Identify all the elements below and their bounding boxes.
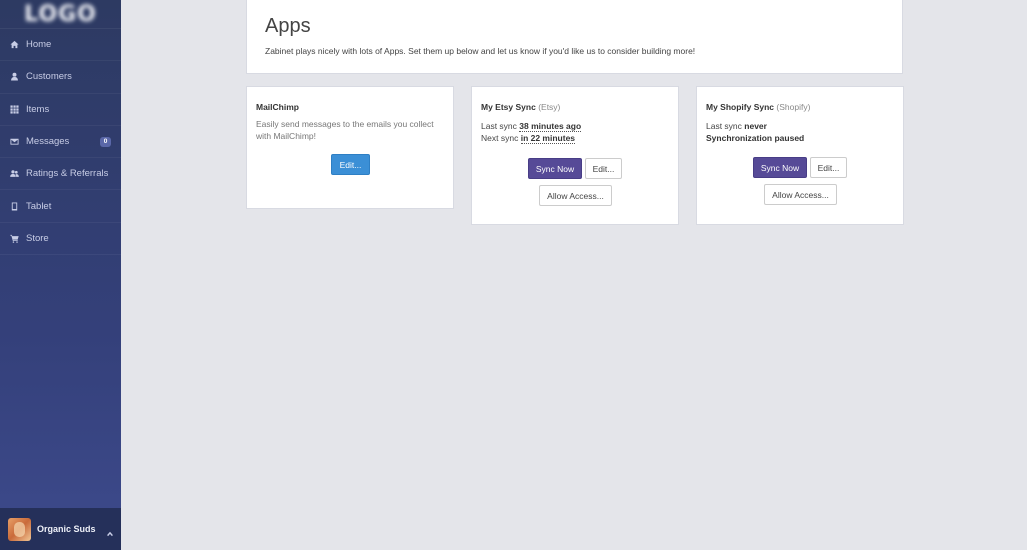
app-card-title: My Shopify Sync (Shopify) — [706, 102, 810, 112]
sidebar-item-ratings-referrals[interactable]: Ratings & Referrals — [0, 158, 121, 191]
app-card-title: My Etsy Sync (Etsy) — [481, 102, 560, 112]
envelope-icon — [10, 137, 19, 146]
logo[interactable]: LOGO — [0, 0, 121, 29]
app-card-description: Easily send messages to the emails you c… — [256, 119, 434, 141]
sidebar-item-label: Home — [26, 39, 52, 51]
page-title: Apps — [265, 15, 311, 37]
sidebar-item-label: Ratings & Referrals — [26, 168, 109, 180]
users-icon — [10, 169, 19, 178]
sidebar-item-items[interactable]: Items — [0, 94, 121, 126]
app-card-shopify: My Shopify Sync (Shopify) Last sync neve… — [696, 86, 904, 225]
last-sync-value: never — [744, 121, 767, 131]
page-subtitle: Zabinet plays nicely with lots of Apps. … — [265, 46, 696, 56]
sidebar-item-customers[interactable]: Customers — [0, 61, 121, 94]
chevron-up-icon[interactable] — [106, 525, 114, 537]
sidebar-item-store[interactable]: Store — [0, 223, 121, 256]
app-name: My Etsy Sync — [481, 102, 536, 112]
profile-menu[interactable]: Organic Suds — [0, 508, 121, 550]
last-sync-line: Last sync never — [706, 121, 767, 131]
last-sync-label: Last sync — [706, 121, 742, 131]
cart-icon — [10, 234, 19, 243]
profile-name: Organic Suds — [37, 524, 96, 534]
app-name: MailChimp — [256, 102, 299, 112]
etsy-sync-now-button[interactable]: Sync Now — [528, 158, 582, 179]
app-card-title: MailChimp — [256, 102, 299, 112]
app-card-etsy: My Etsy Sync (Etsy) Last sync 38 minutes… — [471, 86, 679, 225]
sidebar-item-tablet[interactable]: Tablet — [0, 190, 121, 223]
messages-count-badge: 0 — [100, 136, 111, 147]
sidebar-item-label: Items — [26, 103, 50, 115]
sidebar-item-home[interactable]: Home — [0, 29, 121, 62]
next-sync-line: Next sync in 22 minutes — [481, 133, 576, 144]
tablet-icon — [10, 202, 19, 211]
sidebar-item-label: Customers — [26, 71, 72, 83]
sidebar-nav: Home Customers Items Messages 0 Ratings … — [0, 29, 121, 256]
last-sync-value: 38 minutes ago — [519, 121, 582, 132]
shopify-allow-access-button[interactable]: Allow Access... — [764, 184, 837, 205]
sync-status: Synchronization paused — [706, 133, 805, 143]
app-card-mailchimp: MailChimp Easily send messages to the em… — [246, 86, 454, 209]
sidebar: LOGO Home Customers Items Messages 0 Rat… — [0, 0, 121, 550]
sidebar-item-label: Tablet — [26, 200, 52, 212]
avatar — [8, 517, 31, 541]
app-name: My Shopify Sync — [706, 102, 775, 112]
sync-status-line: Synchronization paused — [706, 133, 804, 143]
grid-icon — [10, 105, 19, 114]
etsy-edit-button[interactable]: Edit... — [585, 158, 622, 179]
page-header: Apps Zabinet plays nicely with lots of A… — [246, 0, 903, 74]
sidebar-item-label: Messages — [26, 136, 70, 148]
shopify-edit-button[interactable]: Edit... — [810, 157, 847, 178]
sidebar-item-messages[interactable]: Messages 0 — [0, 126, 121, 159]
last-sync-label: Last sync — [481, 121, 517, 131]
etsy-allow-access-button[interactable]: Allow Access... — [539, 185, 612, 206]
mailchimp-edit-button[interactable]: Edit... — [331, 154, 370, 175]
next-sync-value: in 22 minutes — [520, 133, 576, 144]
app-platform: (Shopify) — [776, 102, 811, 112]
sidebar-item-label: Store — [26, 232, 49, 244]
last-sync-line: Last sync 38 minutes ago — [481, 121, 582, 132]
logo-text: LOGO — [24, 1, 97, 27]
shopify-sync-now-button[interactable]: Sync Now — [753, 157, 807, 178]
home-icon — [10, 40, 19, 49]
user-icon — [10, 72, 19, 81]
next-sync-label: Next sync — [481, 133, 519, 143]
app-platform: (Etsy) — [538, 102, 561, 112]
